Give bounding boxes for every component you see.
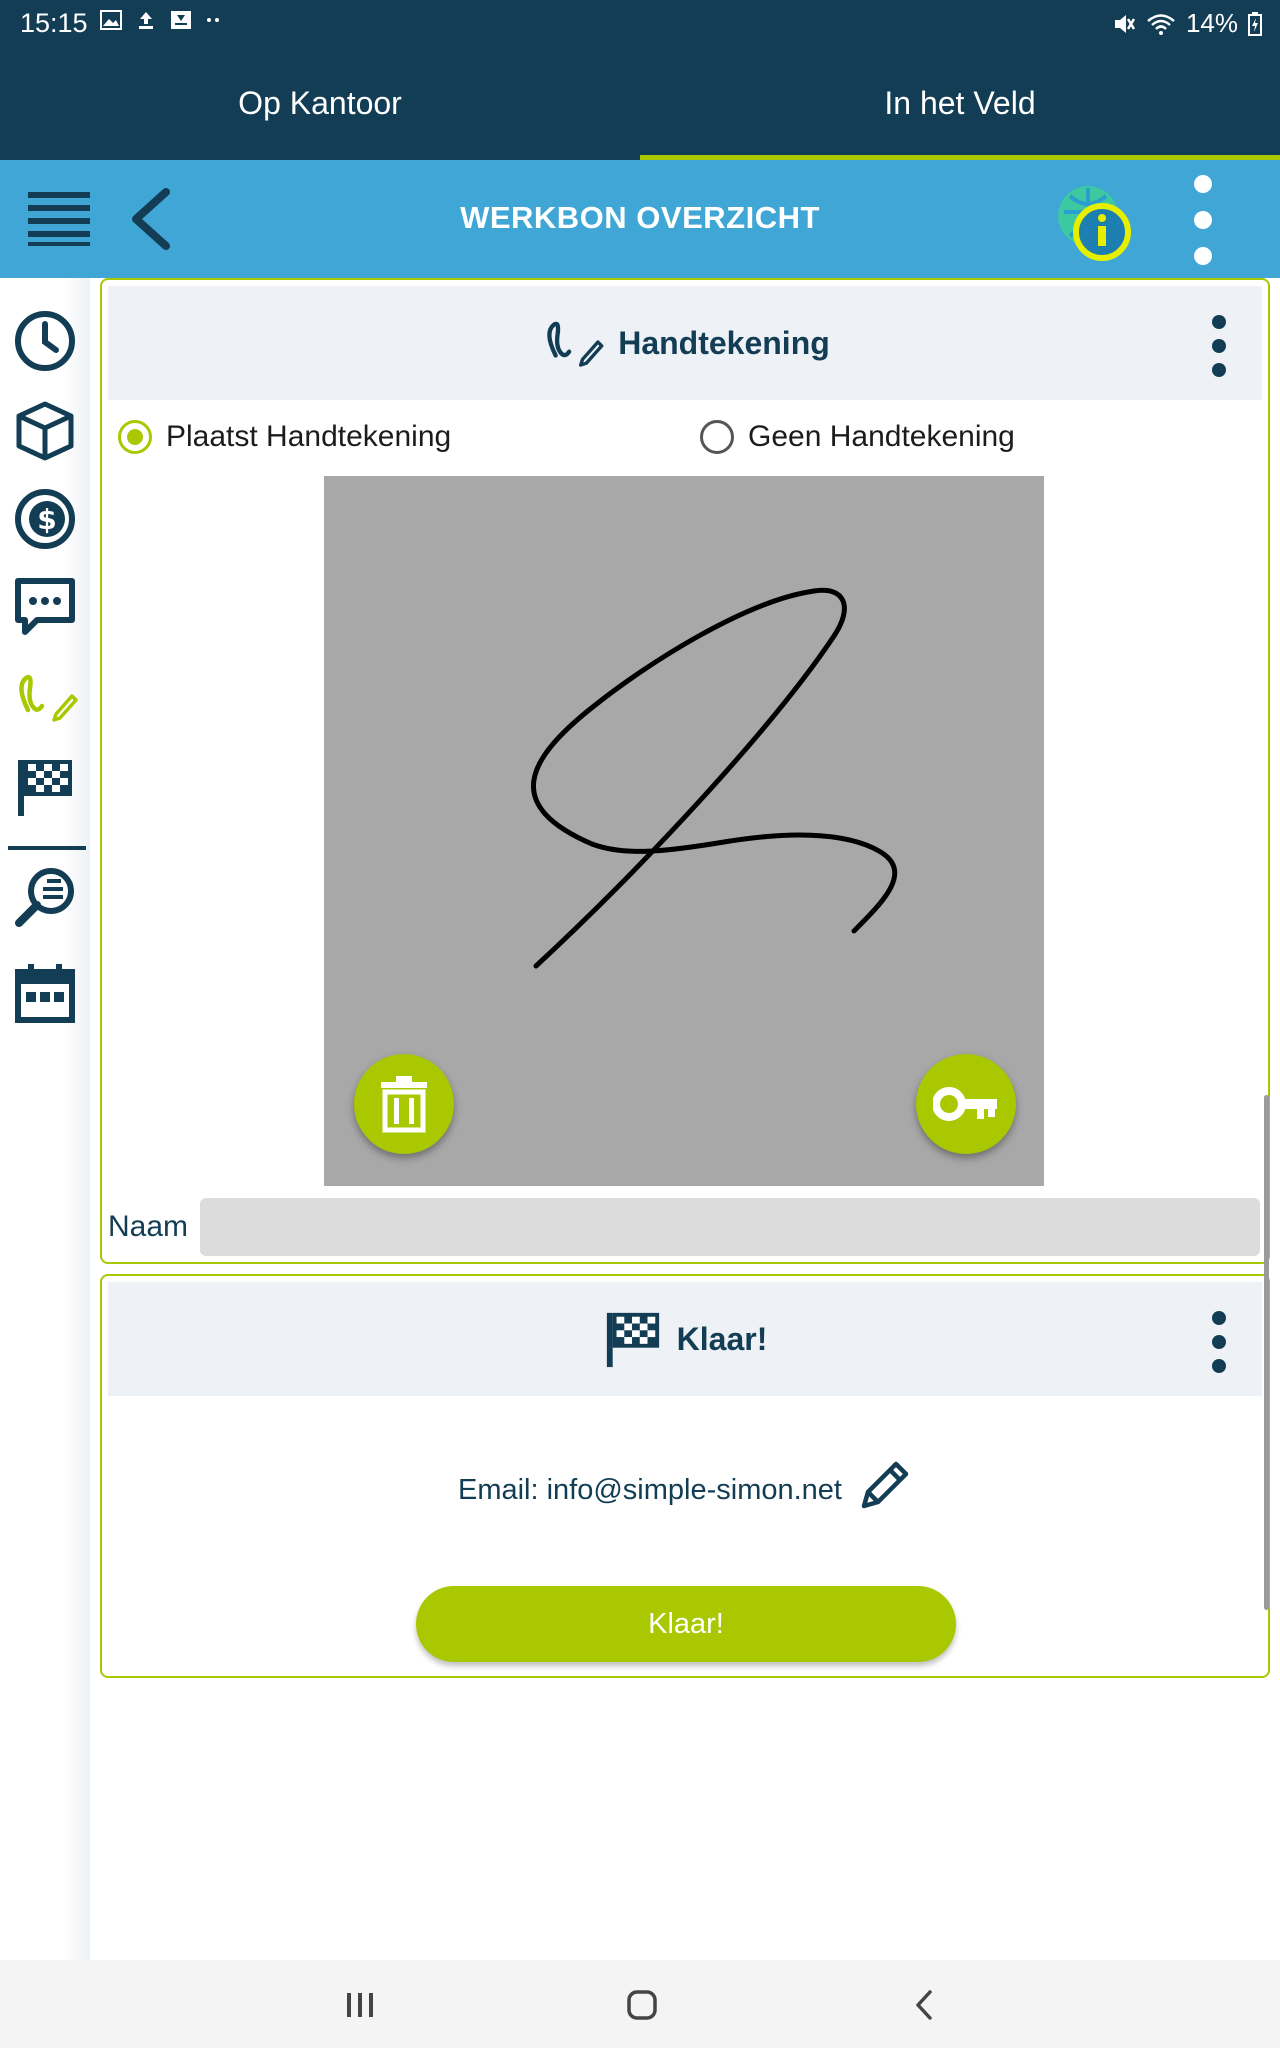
top-tabs: Op Kantoor In het Veld xyxy=(0,46,1280,160)
box-icon xyxy=(16,401,74,461)
status-time: 15:15 xyxy=(20,8,88,38)
sidebar-item-costs[interactable]: $ xyxy=(10,484,80,554)
edit-email-button[interactable] xyxy=(856,1458,912,1522)
chevron-left-icon xyxy=(132,188,170,250)
clear-signature-button[interactable] xyxy=(354,1054,454,1154)
done-button[interactable]: Klaar! xyxy=(416,1586,956,1662)
confirm-signature-button[interactable] xyxy=(916,1054,1016,1154)
radio-indicator xyxy=(118,420,152,454)
radio-label: Plaatst Handtekening xyxy=(166,420,452,453)
svg-text:$: $ xyxy=(37,503,56,536)
home-button[interactable] xyxy=(612,1980,672,2030)
menu-button[interactable] xyxy=(28,190,90,251)
mute-icon xyxy=(1114,14,1136,33)
key-icon xyxy=(933,1087,997,1121)
more-vertical-icon xyxy=(1212,1311,1226,1373)
sidebar-item-materials[interactable] xyxy=(10,396,80,466)
back-button[interactable] xyxy=(128,188,172,255)
recent-apps-icon xyxy=(347,1993,373,2017)
wifi-icon xyxy=(1147,13,1175,35)
sidebar-item-time[interactable] xyxy=(10,306,80,376)
status-notification-icons xyxy=(100,10,222,30)
sidebar-item-calendar[interactable] xyxy=(10,958,80,1028)
upload-icon xyxy=(139,12,153,29)
sidebar-item-finish[interactable] xyxy=(10,752,80,822)
dollar-icon: $ xyxy=(15,489,75,549)
signature-card: Handtekening Plaatst Handtekening Geen H… xyxy=(100,278,1270,1264)
hamburger-icon xyxy=(28,192,90,246)
name-label: Naam xyxy=(108,1210,189,1243)
signature-icon xyxy=(547,321,604,367)
tab-in-het-veld[interactable]: In het Veld xyxy=(640,46,1280,160)
name-input[interactable] xyxy=(200,1198,1260,1256)
system-navigation-bar xyxy=(0,1960,1280,2048)
finish-flag-icon xyxy=(606,1312,659,1368)
more-vertical-icon xyxy=(1194,175,1212,265)
pencil-icon xyxy=(861,1461,909,1509)
radio-geen-handtekening[interactable]: Geen Handtekening xyxy=(700,420,1015,454)
signature-options: Plaatst Handtekening Geen Handtekening xyxy=(118,420,1252,468)
card-title: Klaar! xyxy=(676,1320,768,1357)
radio-label: Geen Handtekening xyxy=(748,420,1015,453)
signature-card-header: Handtekening xyxy=(108,286,1262,400)
signature-pad[interactable] xyxy=(324,476,1044,1186)
scrollbar[interactable] xyxy=(1264,1095,1269,1610)
signature-card-menu-button[interactable] xyxy=(1204,314,1234,378)
sidebar-item-messages[interactable] xyxy=(10,572,80,642)
battery-percentage: 14% xyxy=(1185,8,1238,38)
info-button[interactable] xyxy=(1054,182,1136,269)
sidebar-divider xyxy=(8,846,86,850)
more-vertical-icon xyxy=(1212,315,1226,377)
sidebar-item-signature[interactable] xyxy=(10,662,80,732)
finish-flag-icon xyxy=(18,760,72,816)
calendar-icon xyxy=(15,964,75,1023)
tab-op-kantoor[interactable]: Op Kantoor xyxy=(0,46,640,160)
image-download-icon xyxy=(171,11,191,29)
radio-indicator xyxy=(700,420,734,454)
done-card-menu-button[interactable] xyxy=(1204,1310,1234,1374)
trash-icon xyxy=(381,1076,427,1133)
gallery-icon xyxy=(100,10,122,30)
clock-icon xyxy=(15,311,75,371)
done-card-header: Klaar! xyxy=(108,1282,1262,1396)
signature-icon xyxy=(19,674,78,722)
info-globe-icon xyxy=(1058,186,1131,261)
chat-icon xyxy=(15,578,75,635)
recent-apps-button[interactable] xyxy=(330,1980,390,2030)
done-card: Klaar! Email: info@simple-simon.net Klaa… xyxy=(100,1274,1270,1678)
sidebar: $ xyxy=(0,278,90,1960)
card-title: Handtekening xyxy=(618,324,830,361)
status-system-icons: 14% xyxy=(1112,8,1262,39)
nav-back-button[interactable] xyxy=(894,1980,954,2030)
back-icon xyxy=(916,1990,932,2020)
tab-label: Op Kantoor xyxy=(238,84,402,121)
tab-label: In het Veld xyxy=(884,84,1036,121)
more-options-button[interactable] xyxy=(1188,174,1218,271)
email-text: Email: info@simple-simon.net xyxy=(457,1473,842,1506)
email-row: Email: info@simple-simon.net xyxy=(102,1458,1268,1522)
app-toolbar: WERKBON OVERZICHT xyxy=(0,160,1280,278)
more-dots-icon xyxy=(207,18,219,22)
sidebar-item-search[interactable] xyxy=(10,862,80,932)
battery-charging-icon xyxy=(1248,11,1262,36)
radio-plaatst-handtekening[interactable]: Plaatst Handtekening xyxy=(118,420,451,454)
home-icon xyxy=(627,1990,657,2020)
search-list-icon xyxy=(15,868,74,927)
status-bar: 15:15 14% xyxy=(0,0,1280,46)
